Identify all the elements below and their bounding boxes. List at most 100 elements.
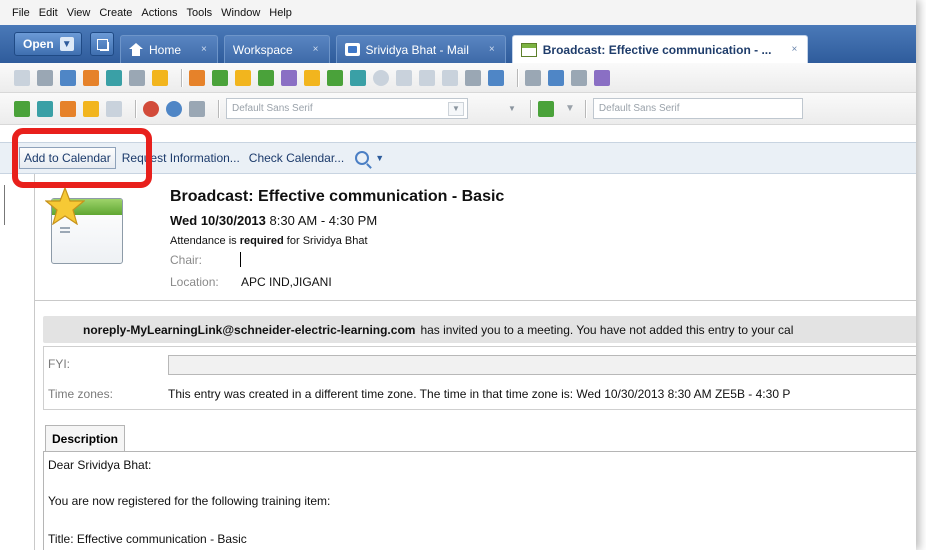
- star-icon: [45, 187, 85, 225]
- find-icon[interactable]: [465, 69, 481, 86]
- tab-description[interactable]: Description: [45, 425, 126, 452]
- copy-icon[interactable]: [548, 69, 564, 86]
- collapse-icon[interactable]: [396, 69, 412, 86]
- paste-special-icon[interactable]: [594, 69, 610, 86]
- entry-datetime: Wed 10/30/2013 8:30 AM - 4:30 PM: [170, 213, 377, 228]
- open-label: Open: [23, 37, 54, 51]
- tab-broadcast[interactable]: Broadcast: Effective communication - ...…: [511, 35, 809, 63]
- chevron-down-icon: ▼: [508, 104, 516, 113]
- folder-icon[interactable]: [152, 69, 168, 86]
- expand-icon[interactable]: [373, 69, 389, 86]
- delegate-icon[interactable]: [83, 100, 99, 117]
- invite-message: has invited you to a meeting. You have n…: [420, 322, 794, 337]
- new-icon[interactable]: [60, 69, 76, 86]
- menu-file[interactable]: File: [12, 7, 30, 19]
- tab-bar: Open ▼ Home × Workspace × Srividya Bhat …: [0, 25, 916, 63]
- attendance-required: required: [239, 235, 284, 247]
- tab-broadcast-close-icon[interactable]: ×: [791, 44, 797, 55]
- search-icon[interactable]: [355, 151, 370, 165]
- menu-view[interactable]: View: [67, 7, 91, 19]
- cut-icon[interactable]: [525, 69, 541, 86]
- entry-info-box: FYI: Time zones: This entry was created …: [43, 346, 916, 410]
- entry-time: 8:30 AM - 4:30 PM: [269, 213, 378, 228]
- fyi-field[interactable]: [168, 355, 916, 375]
- edit-icon[interactable]: [83, 69, 99, 86]
- attendance-suffix: for Srividya Bhat: [286, 235, 368, 247]
- tab-mail[interactable]: Srividya Bhat - Mail ×: [335, 35, 506, 63]
- table-icon[interactable]: [350, 69, 366, 86]
- font-select-2[interactable]: Default Sans Serif: [592, 98, 803, 119]
- stop-icon[interactable]: [143, 100, 159, 117]
- menu-help[interactable]: Help: [269, 7, 292, 19]
- menu-actions[interactable]: Actions: [141, 7, 177, 19]
- menu-edit[interactable]: Edit: [39, 7, 58, 19]
- font-select-1-value: Default Sans Serif: [232, 103, 313, 114]
- tab-home-label: Home: [149, 42, 182, 57]
- expand-all-icon[interactable]: [419, 69, 435, 86]
- description-line: Dear Srividya Bhat:: [48, 458, 152, 472]
- calendar-entry: Broadcast: Effective communication - Bas…: [34, 174, 916, 550]
- sort-icon[interactable]: [189, 69, 205, 86]
- text-color-icon[interactable]: [538, 100, 554, 117]
- description-body[interactable]: Dear Srividya Bhat: You are now register…: [43, 451, 916, 550]
- decline-icon[interactable]: [106, 100, 122, 117]
- formatting-toolbar: [0, 63, 916, 93]
- font-select-1[interactable]: Default Sans Serif ▼: [226, 98, 468, 119]
- windows-icon: [96, 38, 108, 50]
- menu-tools[interactable]: Tools: [186, 7, 212, 19]
- open-arrow-icon: ▼: [59, 37, 74, 51]
- entry-date: Wed 10/30/2013: [170, 213, 266, 228]
- tab-home-close-icon[interactable]: ×: [201, 44, 207, 55]
- collapse-all-icon[interactable]: [442, 69, 458, 86]
- chevron-down-icon[interactable]: ▼: [375, 153, 384, 163]
- menu-window[interactable]: Window: [221, 7, 260, 19]
- spell-check-icon[interactable]: [488, 69, 504, 86]
- export-icon[interactable]: [327, 69, 343, 86]
- location-label: Location:: [170, 275, 219, 289]
- tag-add-icon[interactable]: [304, 69, 320, 86]
- toolbar-separator: [530, 99, 532, 118]
- tab-workspace-close-icon[interactable]: ×: [313, 44, 319, 55]
- request-information-button[interactable]: Request Information...: [122, 151, 240, 165]
- open-button[interactable]: Open ▼: [14, 32, 82, 56]
- tab-workspace-label: Workspace: [232, 42, 293, 57]
- toolbar-separator: [218, 99, 220, 118]
- check-calendar-button[interactable]: Check Calendar...: [249, 151, 344, 165]
- reply-all-icon[interactable]: [37, 100, 53, 117]
- tab-mail-close-icon[interactable]: ×: [489, 44, 495, 55]
- save-icon[interactable]: [37, 69, 53, 86]
- show-windows-button[interactable]: [90, 32, 114, 56]
- invite-banner: noreply-MyLearningLink@schneider-electri…: [43, 316, 916, 343]
- menu-bar: File Edit View Create Actions Tools Wind…: [0, 0, 916, 25]
- paste-icon[interactable]: [571, 69, 587, 86]
- down-icon[interactable]: [212, 69, 228, 86]
- down-arrow-icon[interactable]: [258, 69, 274, 86]
- tag-icon[interactable]: [281, 69, 297, 86]
- notes-window: File Edit View Create Actions Tools Wind…: [0, 0, 916, 550]
- tab-workspace[interactable]: Workspace ×: [223, 35, 330, 63]
- print-icon[interactable]: [129, 69, 145, 86]
- toolbar-separator: [517, 68, 519, 87]
- up-arrow-icon[interactable]: [235, 69, 251, 86]
- tab-home[interactable]: Home ×: [120, 35, 218, 63]
- location-value: APC IND,JIGANI: [241, 275, 332, 289]
- calendar-icon: [520, 42, 537, 57]
- invite-sender: noreply-MyLearningLink@schneider-electri…: [83, 322, 416, 337]
- entry-action-bar: Add to Calendar Request Information... C…: [0, 142, 916, 174]
- refresh-icon[interactable]: [166, 100, 182, 117]
- connector-line: [0, 185, 5, 225]
- reply-icon[interactable]: [14, 100, 30, 117]
- chevron-down-icon: ▼: [448, 101, 464, 116]
- notebook-icon[interactable]: [189, 100, 205, 117]
- font-size-select[interactable]: ▼: [474, 98, 524, 119]
- description-line: Title: Effective communication - Basic: [48, 532, 247, 546]
- forward-mail-icon[interactable]: [60, 100, 76, 117]
- header-divider: [35, 300, 916, 301]
- grid-icon[interactable]: [14, 69, 30, 86]
- add-to-calendar-button[interactable]: Add to Calendar: [19, 147, 116, 169]
- entry-title: Broadcast: Effective communication - Bas…: [170, 188, 505, 205]
- description-line: You are now registered for the following…: [48, 494, 331, 508]
- forward-icon[interactable]: [106, 69, 122, 86]
- menu-create[interactable]: Create: [99, 7, 132, 19]
- chevron-down-icon[interactable]: ▼: [565, 103, 575, 114]
